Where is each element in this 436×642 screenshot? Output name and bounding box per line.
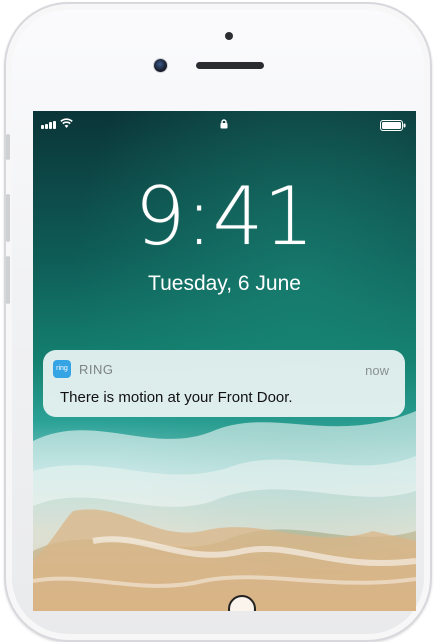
status-bar <box>33 111 416 133</box>
lockscreen-date: Tuesday, 6 June <box>148 272 301 295</box>
notification-card[interactable]: ring RING now There is motion at your Fr… <box>43 350 405 417</box>
front-camera <box>154 59 167 72</box>
signal-bars-icon <box>41 121 56 129</box>
notification-app-name: RING <box>79 362 114 377</box>
battery-icon <box>380 120 406 131</box>
lockscreen-time: 9:41 <box>134 170 315 263</box>
lock-icon <box>220 119 228 129</box>
lock-screen: 9:41 Tuesday, 6 June ring RING now There… <box>33 111 416 611</box>
proximity-sensor <box>225 32 233 40</box>
mute-switch <box>6 134 10 160</box>
notification-time: now <box>365 363 389 378</box>
notification-message: There is motion at your Front Door. <box>60 389 293 406</box>
ring-app-icon: ring <box>53 360 71 378</box>
wifi-icon <box>60 118 73 128</box>
earpiece-speaker <box>196 62 264 69</box>
volume-up-button <box>6 194 10 242</box>
volume-down-button <box>6 256 10 304</box>
